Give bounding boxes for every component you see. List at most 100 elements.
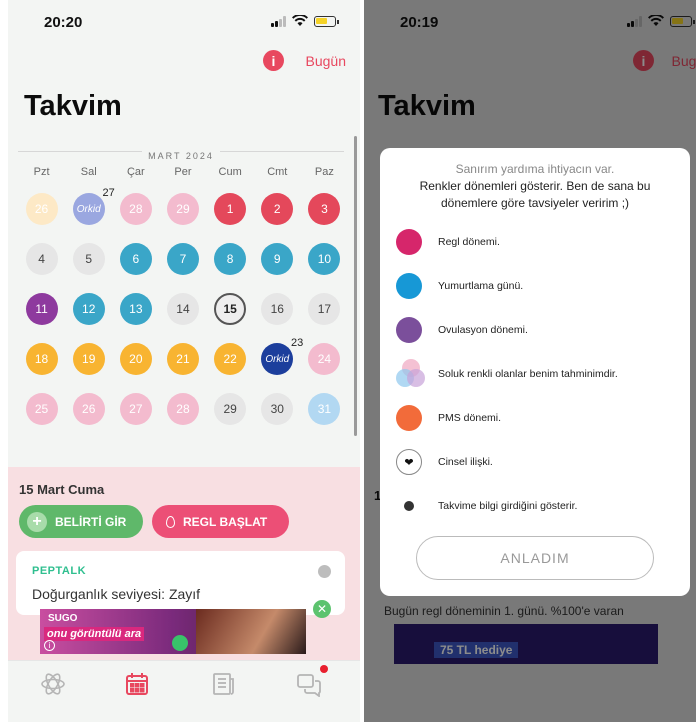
- battery-icon: [314, 15, 339, 27]
- calendar-day[interactable]: 18: [25, 343, 58, 375]
- calendar-day[interactable]: 30: [261, 393, 294, 425]
- status-icons: [271, 15, 339, 27]
- prediction-swatch: [396, 359, 426, 389]
- ad-info-icon[interactable]: i: [44, 640, 55, 651]
- calendar-day[interactable]: 5: [72, 243, 105, 275]
- weekday-label: Cmt: [267, 166, 288, 178]
- phone-icon: [172, 635, 188, 651]
- calendar-day[interactable]: 17: [308, 293, 341, 325]
- ad-banner[interactable]: SUGO onu görüntülü ara i: [40, 609, 306, 654]
- calendar-day[interactable]: 4: [25, 243, 58, 275]
- chat-icon: [297, 674, 321, 697]
- legend-label: Ovulasyon dönemi.: [438, 324, 528, 336]
- day-number: 9: [273, 252, 281, 266]
- legend-label: Cinsel ilişki.: [438, 456, 493, 468]
- day-number: 8: [226, 252, 234, 266]
- period-swatch: [396, 229, 422, 255]
- day-number: 22: [223, 352, 237, 366]
- calendar-day[interactable]: 13: [119, 293, 152, 325]
- calendar-day[interactable]: 12: [72, 293, 105, 325]
- legend-row: Soluk renkli olanlar benim tahminimdir.: [396, 359, 676, 389]
- ad-brand: SUGO: [48, 613, 78, 624]
- legend-label: Yumurtlama günü.: [438, 280, 524, 292]
- calendar-day[interactable]: 27: [119, 393, 152, 425]
- pms-swatch: [396, 405, 422, 431]
- day-number: 26: [82, 402, 96, 416]
- calendar-day[interactable]: 19: [72, 343, 105, 375]
- day-number: 12: [82, 302, 96, 316]
- calendar-day[interactable]: 11: [25, 293, 58, 325]
- calendar-day[interactable]: 15: [214, 293, 247, 325]
- day-number: 11: [35, 302, 48, 316]
- calendar-day[interactable]: 28: [119, 193, 152, 225]
- legend-row: PMS dönemi.: [396, 404, 676, 432]
- day-number: 18: [34, 352, 49, 366]
- tab-insights[interactable]: [38, 669, 68, 699]
- add-symptom-button[interactable]: + BELİRTİ GİR: [19, 505, 143, 538]
- calendar-day[interactable]: 21: [166, 343, 199, 375]
- legend-row: Ovulasyon dönemi.: [396, 316, 676, 344]
- calendar-day[interactable]: 26: [25, 193, 58, 225]
- tab-bar: [8, 660, 360, 722]
- tab-calendar[interactable]: [122, 669, 152, 699]
- calendar-day[interactable]: 10: [308, 243, 341, 275]
- calendar-day[interactable]: 26: [72, 393, 105, 425]
- day-number: 27: [102, 187, 115, 199]
- calendar-day[interactable]: 25: [25, 393, 58, 425]
- wifi-icon: [292, 15, 308, 26]
- calendar-day[interactable]: 20: [119, 343, 152, 375]
- day-number: 27: [129, 402, 143, 416]
- tab-articles[interactable]: [208, 669, 238, 699]
- calendar-day[interactable]: 7: [166, 243, 199, 275]
- start-period-button[interactable]: REGL BAŞLAT: [152, 505, 289, 538]
- weekday-label: Cum: [218, 166, 242, 178]
- info-button[interactable]: i: [263, 50, 284, 71]
- day-number: 4: [38, 252, 45, 266]
- calendar-day[interactable]: 9: [261, 243, 294, 275]
- calendar-help-screen: 20:19 i Bugün Takvim 1 Bugün regl dönemi…: [364, 0, 696, 722]
- card-dot[interactable]: [318, 565, 331, 578]
- calendar-day[interactable]: 6: [119, 243, 152, 275]
- info-dot-icon: [404, 501, 414, 511]
- weekday-header: Pzt Sal Çar Per Cum Cmt Paz: [18, 166, 348, 178]
- month-label: MART 2024: [142, 151, 220, 161]
- calendar-day[interactable]: 24: [308, 343, 341, 375]
- card-tag: PEPTALK: [32, 565, 87, 577]
- calendar-day[interactable]: 29: [214, 393, 247, 425]
- legend-label: PMS dönemi.: [438, 412, 502, 424]
- day-number: 19: [82, 352, 96, 366]
- dialog-title: Sanırım yardıma ihtiyacın var.: [455, 162, 615, 176]
- ad-close-button[interactable]: ✕: [313, 600, 331, 618]
- today-button[interactable]: Bugün: [306, 53, 346, 69]
- legend-label: Takvime bilgi girdiğini gösterir.: [438, 500, 578, 512]
- day-number: 21: [176, 352, 190, 366]
- calendar-day[interactable]: 31: [308, 393, 341, 425]
- card-text: Doğurganlık seviyesi: Zayıf: [32, 586, 201, 602]
- ad-image: [196, 609, 306, 654]
- weekday-label: Paz: [314, 166, 334, 178]
- ovulation-period-swatch: [396, 317, 422, 343]
- calendar-day[interactable]: 14: [166, 293, 199, 325]
- calendar-day[interactable]: Orkid 23: [261, 337, 303, 375]
- start-period-label: REGL BAŞLAT: [183, 514, 268, 529]
- add-symptom-label: BELİRTİ GİR: [55, 514, 127, 529]
- weekday-label: Pzt: [33, 166, 50, 178]
- calendar-day[interactable]: 3: [308, 193, 341, 225]
- got-it-button[interactable]: ANLADIM: [416, 536, 654, 580]
- tab-chat[interactable]: [294, 665, 328, 699]
- calendar-day[interactable]: 8: [214, 243, 247, 275]
- peptalk-card[interactable]: PEPTALK Doğurganlık seviyesi: Zayıf: [16, 551, 345, 615]
- calendar-day[interactable]: 1: [214, 193, 247, 225]
- day-number: 17: [317, 302, 332, 316]
- day-number: 10: [317, 252, 332, 266]
- day-number: 24: [317, 352, 332, 366]
- calendar-day[interactable]: 2: [261, 193, 294, 225]
- calendar-day[interactable]: 28: [166, 393, 199, 425]
- calendar-day[interactable]: 29: [166, 193, 199, 225]
- calendar-day[interactable]: Orkid 27: [72, 187, 115, 225]
- calendar-day[interactable]: 22: [214, 343, 247, 375]
- day-number: 15: [223, 302, 237, 316]
- weekday-label: Per: [174, 166, 192, 178]
- scrollbar[interactable]: [354, 136, 357, 436]
- calendar-day[interactable]: 16: [261, 293, 294, 325]
